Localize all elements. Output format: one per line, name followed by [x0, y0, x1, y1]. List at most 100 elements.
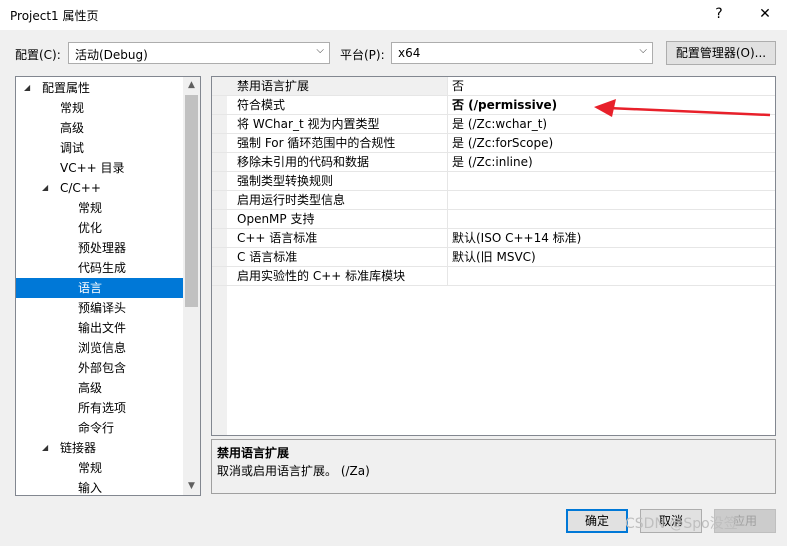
property-value[interactable]: 否 [448, 77, 775, 96]
property-name: OpenMP 支持 [212, 210, 448, 229]
tree-item-label: 浏览信息 [78, 341, 127, 355]
tree-item[interactable]: 常规 [16, 458, 184, 478]
tree-item-label: VC++ 目录 [60, 161, 125, 175]
tree-item-label: 调试 [60, 141, 85, 155]
property-value[interactable]: 默认(ISO C++14 标准) [448, 229, 775, 248]
tree-item[interactable]: 常规 [16, 198, 184, 218]
tree-item-label: 高级 [78, 381, 103, 395]
config-dropdown-value: 活动(Debug) [75, 48, 148, 62]
property-tree: ◢ 配置属性 常规 高级 调试 VC++ 目录 ◢ C/C++ 常规 优化 预处理器 代码生成 语言 预编… [15, 76, 201, 496]
tree-item[interactable]: 所有选项 [16, 398, 184, 418]
property-name: C++ 语言标准 [212, 229, 448, 248]
config-manager-button[interactable]: 配置管理器(O)... [666, 41, 776, 65]
property-row[interactable]: 移除未引用的代码和数据是 (/Zc:inline) [212, 153, 775, 172]
property-value[interactable]: 默认(旧 MSVC) [448, 248, 775, 267]
chevron-down-icon: ⌵ [639, 45, 647, 56]
title-bar: Project1 属性页 ? ✕ [0, 0, 787, 30]
window-title: Project1 属性页 [10, 9, 99, 23]
tree-item[interactable]: 预编译头 [16, 298, 184, 318]
property-name: 符合模式 [212, 96, 448, 115]
tree-item[interactable]: 外部包含 [16, 358, 184, 378]
tree-item-label: 语言 [78, 281, 103, 295]
property-value[interactable]: 是 (/Zc:forScope) [448, 134, 775, 153]
tree-scrollbar[interactable]: ▲ ▼ [183, 77, 200, 495]
property-name: 禁用语言扩展 [212, 77, 448, 96]
tree-item[interactable]: 代码生成 [16, 258, 184, 278]
help-button[interactable]: ? [704, 4, 734, 24]
scroll-thumb[interactable] [185, 95, 198, 307]
property-row[interactable]: 强制类型转换规则 [212, 172, 775, 191]
tree-item-label: 链接器 [60, 441, 97, 455]
property-row[interactable]: C++ 语言标准 默认(ISO C++14 标准) [212, 229, 775, 248]
tree-item[interactable]: 优化 [16, 218, 184, 238]
property-name: 启用实验性的 C++ 标准库模块 [212, 267, 448, 286]
property-name: 将 WChar_t 视为内置类型 [212, 115, 448, 134]
property-row[interactable]: OpenMP 支持 [212, 210, 775, 229]
expand-collapse-icon[interactable]: ◢ [42, 438, 48, 458]
tree-item-label: 常规 [78, 201, 103, 215]
tree-item-label: 常规 [60, 101, 85, 115]
tree-item[interactable]: 高级 [16, 378, 184, 398]
tree-item-label: 预编译头 [78, 301, 127, 315]
close-button[interactable]: ✕ [750, 4, 780, 24]
expand-collapse-icon[interactable]: ◢ [42, 178, 48, 198]
property-grid: 禁用语言扩展否符合模式否 (/permissive) 将 WChar_t 视为内置… [211, 76, 776, 436]
tree-item-label: C/C++ [60, 181, 101, 195]
tree-item-label: 输出文件 [78, 321, 127, 335]
tree-item[interactable]: 高级 [16, 118, 184, 138]
tree-item[interactable]: ◢ 链接器 [16, 438, 184, 458]
tree-item-label: 命令行 [78, 421, 115, 435]
property-row[interactable]: 禁用语言扩展否 [212, 77, 775, 96]
property-value[interactable] [448, 210, 775, 229]
description-title: 禁用语言扩展 [217, 446, 290, 460]
tree-item-label: 常规 [78, 461, 103, 475]
tree-item[interactable]: 常规 [16, 98, 184, 118]
tree-item-label: 预处理器 [78, 241, 127, 255]
tree-item[interactable]: VC++ 目录 [16, 158, 184, 178]
expand-collapse-icon[interactable]: ◢ [24, 78, 30, 98]
property-name: 启用运行时类型信息 [212, 191, 448, 210]
tree-item-label: 代码生成 [78, 261, 127, 275]
property-name: 移除未引用的代码和数据 [212, 153, 448, 172]
config-dropdown[interactable]: 活动(Debug) ⌵ [68, 42, 330, 64]
property-pages-window: Project1 属性页 ? ✕ 配置(C): 活动(Debug) ⌵ 平台(P… [0, 0, 787, 546]
property-row[interactable]: C 语言标准 默认(旧 MSVC) [212, 248, 775, 267]
tree-item-label: 外部包含 [78, 361, 127, 375]
chevron-down-icon: ⌵ [316, 45, 324, 56]
property-value[interactable] [448, 172, 775, 191]
property-value[interactable] [448, 267, 775, 286]
property-row[interactable]: 强制 For 循环范围中的合规性是 (/Zc:forScope) [212, 134, 775, 153]
tree-item[interactable]: 输出文件 [16, 318, 184, 338]
scroll-down-icon[interactable]: ▼ [183, 478, 200, 495]
tree-item-label: 高级 [60, 121, 85, 135]
tree-item-label: 所有选项 [78, 401, 127, 415]
property-value[interactable] [448, 191, 775, 210]
scroll-up-icon[interactable]: ▲ [183, 77, 200, 94]
platform-dropdown-value: x64 [398, 46, 421, 60]
watermark: CSDN @Spo没签 [625, 516, 738, 532]
config-label: 配置(C): [15, 48, 61, 62]
tree-item[interactable]: 调试 [16, 138, 184, 158]
tree-item[interactable]: 命令行 [16, 418, 184, 438]
tree-item[interactable]: 预处理器 [16, 238, 184, 258]
tree-item-label: 配置属性 [42, 81, 91, 95]
property-row[interactable]: 启用运行时类型信息 [212, 191, 775, 210]
property-name: 强制 For 循环范围中的合规性 [212, 134, 448, 153]
property-name: C 语言标准 [212, 248, 448, 267]
property-name: 强制类型转换规则 [212, 172, 448, 191]
tree-item-label: 优化 [78, 221, 103, 235]
tree-item[interactable]: 语言 [16, 278, 184, 298]
platform-dropdown[interactable]: x64 ⌵ [391, 42, 653, 64]
platform-label: 平台(P): [340, 48, 385, 62]
description-text: 取消或启用语言扩展。 (/Za) [217, 464, 370, 478]
tree-item[interactable]: ◢ 配置属性 [16, 78, 184, 98]
property-value[interactable]: 是 (/Zc:inline) [448, 153, 775, 172]
red-arrow-annotation [594, 99, 771, 117]
tree-item[interactable]: 浏览信息 [16, 338, 184, 358]
tree-item[interactable]: ◢ C/C++ [16, 178, 184, 198]
ok-button[interactable]: 确定 [566, 509, 628, 533]
property-row[interactable]: 启用实验性的 C++ 标准库模块 [212, 267, 775, 286]
description-panel: 禁用语言扩展 取消或启用语言扩展。 (/Za) [211, 439, 776, 494]
tree-item[interactable]: 输入 [16, 478, 184, 495]
tree-item-label: 输入 [78, 481, 103, 495]
